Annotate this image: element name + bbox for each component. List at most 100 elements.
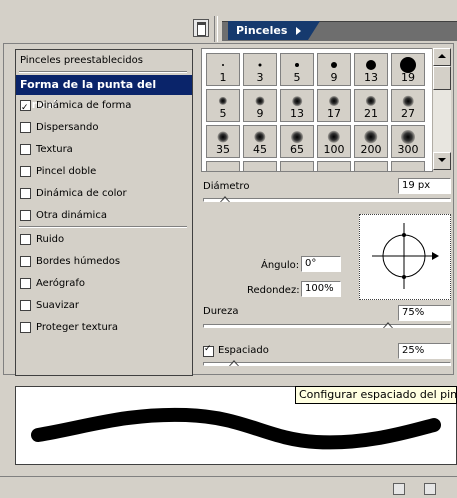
brush-preset[interactable]: 300	[391, 125, 425, 158]
sidebar-item-4[interactable]: Textura	[16, 140, 192, 160]
sidebar-item-6[interactable]: Dinámica de color	[16, 184, 192, 204]
brush-settings-list: Pinceles preestablecidos Forma de la punt…	[15, 49, 193, 376]
brush-size-label: 5	[219, 107, 227, 120]
sidebar-item-label: Dinámica de forma	[36, 100, 132, 111]
sidebar-item-10[interactable]: Aerógrafo	[16, 274, 192, 294]
brush-size-label: 3	[256, 71, 264, 84]
brush-size-label: 17	[327, 107, 341, 120]
angle-roundness-widget[interactable]	[359, 214, 451, 300]
sidebar-item-label: Otra dinámica	[36, 210, 107, 221]
brush-tip-icon	[401, 130, 415, 144]
brush-size-label: 9	[256, 107, 264, 120]
brush-tip-icon	[254, 131, 266, 143]
brush-tip-icon	[365, 95, 377, 107]
brush-tip-icon	[295, 63, 299, 67]
brush-preset[interactable]: 13	[354, 53, 388, 86]
brush-tip-icon	[364, 130, 378, 144]
sidebar-item-checkbox[interactable]	[20, 143, 31, 155]
brush-preset[interactable]	[243, 161, 277, 171]
sidebar-item-0[interactable]: Pinceles preestablecidos	[16, 51, 192, 71]
brush-preset[interactable]: 1	[206, 53, 240, 86]
angle-field[interactable]: 0°	[301, 256, 341, 272]
brush-preset[interactable]: 9	[317, 53, 351, 86]
brush-tip-icon	[255, 96, 265, 106]
sidebar-item-12[interactable]: Proteger textura	[16, 318, 192, 338]
palette-dock-icon[interactable]	[193, 19, 209, 37]
list-divider	[19, 226, 187, 228]
scroll-down-button[interactable]	[433, 152, 451, 170]
sidebar-item-checkbox[interactable]	[20, 121, 31, 133]
brush-size-label: 21	[364, 107, 378, 120]
sidebar-item-1[interactable]: Forma de la punta del pincel	[16, 75, 192, 111]
brush-preset[interactable]: 200	[354, 125, 388, 158]
hardness-field[interactable]: 75%	[398, 305, 451, 321]
diameter-track[interactable]	[203, 198, 451, 202]
scroll-thumb[interactable]	[433, 66, 451, 90]
brush-size-label: 1	[219, 71, 227, 84]
sidebar-item-checkbox[interactable]	[20, 165, 31, 177]
brush-preset[interactable]: 19	[391, 53, 425, 86]
brush-preset[interactable]: 9	[243, 89, 277, 122]
brush-preset[interactable]	[354, 161, 388, 171]
sidebar-item-checkbox[interactable]	[20, 187, 31, 199]
presets-scrollbar[interactable]	[432, 48, 451, 170]
sidebar-item-checkbox[interactable]	[20, 299, 31, 311]
tooltip: Configurar espaciado del pincel	[295, 386, 457, 404]
sidebar-item-checkbox[interactable]	[20, 255, 31, 267]
brush-preset[interactable]: 17	[317, 89, 351, 122]
sidebar-item-label: Proteger textura	[36, 322, 119, 333]
diameter-field[interactable]: 19 px	[398, 178, 451, 194]
spacing-track[interactable]	[203, 362, 451, 366]
brush-size-label: 65	[290, 143, 304, 156]
sidebar-item-8[interactable]: Ruido	[16, 230, 192, 250]
brush-tip-icon	[222, 64, 224, 66]
sidebar-item-checkbox[interactable]	[20, 209, 31, 221]
brush-preset[interactable]: 27	[391, 89, 425, 122]
brush-preset[interactable]: 35	[206, 125, 240, 158]
brush-preset[interactable]: 21	[354, 89, 388, 122]
new-preset-icon[interactable]	[393, 483, 405, 495]
sidebar-item-label: Textura	[36, 144, 73, 155]
hardness-track[interactable]	[203, 324, 451, 328]
sidebar-item-5[interactable]: Pincel doble	[16, 162, 192, 182]
brush-preset[interactable]: 100	[317, 125, 351, 158]
brush-tip-icon	[402, 95, 414, 107]
trash-icon[interactable]	[424, 483, 436, 495]
brush-preset[interactable]: 13	[280, 89, 314, 122]
brush-tip-icon	[258, 63, 262, 67]
brush-preset[interactable]: 5	[206, 89, 240, 122]
sidebar-item-checkbox[interactable]	[20, 233, 31, 245]
triangle-right-icon[interactable]	[296, 27, 301, 35]
roundness-label: Redondez:	[247, 285, 300, 296]
brush-size-label: 100	[323, 143, 345, 156]
sidebar-item-checkbox[interactable]	[20, 98, 31, 118]
brush-size-label: 9	[330, 71, 338, 84]
diameter-label: Diámetro	[203, 181, 250, 192]
roundness-field[interactable]: 100%	[301, 281, 341, 297]
sidebar-item-3[interactable]: Dispersando	[16, 118, 192, 138]
brush-preset[interactable]	[391, 161, 425, 171]
hardness-label: Dureza	[203, 306, 239, 317]
brush-preset[interactable]	[280, 161, 314, 171]
panel-footer	[0, 476, 457, 498]
brush-preset[interactable]	[317, 161, 351, 171]
brush-tip-icon	[331, 62, 337, 68]
scroll-up-button[interactable]	[433, 48, 451, 66]
brush-preset[interactable]: 3	[243, 53, 277, 86]
sidebar-item-label: Dinámica de color	[36, 188, 127, 199]
sidebar-item-9[interactable]: Bordes húmedos	[16, 252, 192, 272]
sidebar-item-checkbox[interactable]	[20, 321, 31, 333]
sidebar-item-7[interactable]: Otra dinámica	[16, 206, 192, 226]
brush-tip-icon	[217, 131, 229, 143]
spacing-checkbox[interactable]	[203, 344, 214, 357]
brush-preset[interactable]: 5	[280, 53, 314, 86]
brush-preset[interactable]: 45	[243, 125, 277, 158]
sidebar-item-checkbox[interactable]	[20, 277, 31, 289]
brush-preset[interactable]: 65	[280, 125, 314, 158]
brush-size-label: 13	[290, 107, 304, 120]
brush-preset[interactable]	[206, 161, 240, 171]
sidebar-item-2[interactable]: Dinámica de forma	[16, 96, 192, 118]
sidebar-item-label: Dispersando	[36, 122, 99, 133]
spacing-field[interactable]: 25%	[398, 343, 451, 359]
sidebar-item-11[interactable]: Suavizar	[16, 296, 192, 316]
